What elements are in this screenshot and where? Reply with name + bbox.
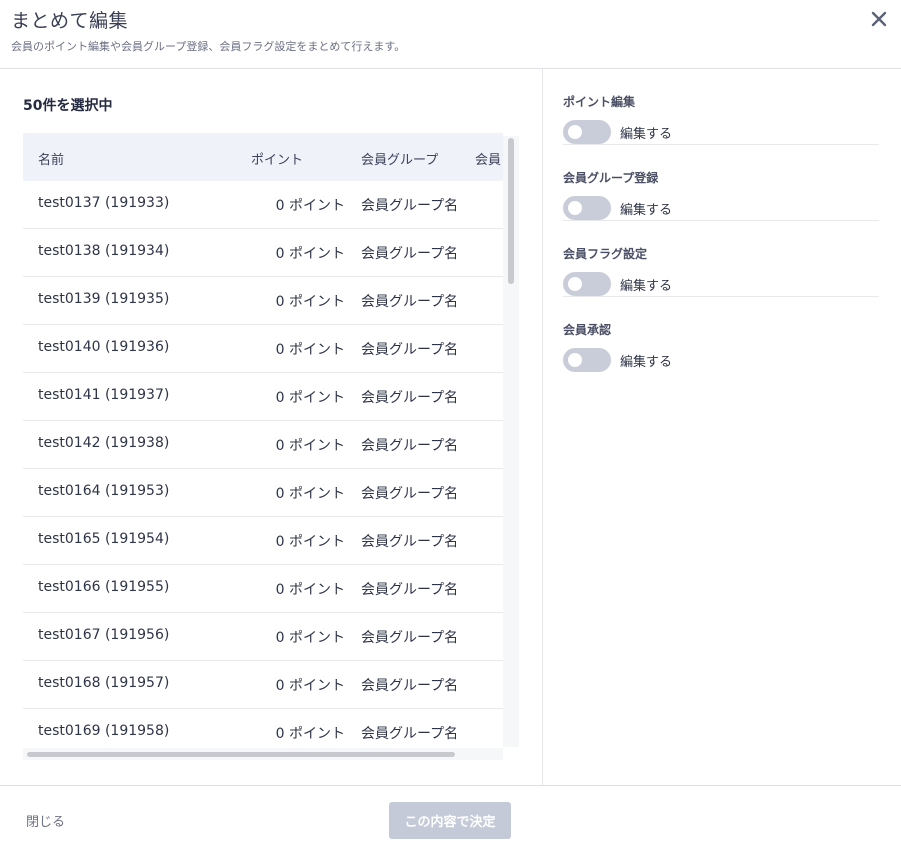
table-row: test0142 (191938) 0 ポイント 会員グループ名	[23, 421, 503, 469]
member-point: 0 ポイント	[275, 486, 345, 502]
close-link[interactable]: 閉じる	[26, 811, 65, 830]
member-name: test0167 (191956)	[38, 627, 170, 643]
member-name: test0165 (191954)	[38, 531, 170, 547]
member-name: test0169 (191958)	[38, 723, 170, 739]
member-name: test0166 (191955)	[38, 579, 170, 595]
setting-label: 会員承認	[563, 323, 612, 337]
column-header-point: ポイント	[251, 153, 304, 168]
member-group: 会員グループ名	[361, 726, 459, 742]
vertical-scrollbar[interactable]	[503, 136, 519, 747]
setting-approval: 会員承認 編集する	[563, 297, 879, 373]
toggle-label: 編集する	[620, 127, 673, 142]
member-point: 0 ポイント	[275, 342, 345, 358]
table-row: test0167 (191956) 0 ポイント 会員グループ名	[23, 613, 503, 661]
member-point: 0 ポイント	[275, 438, 345, 454]
member-group: 会員グループ名	[361, 630, 459, 646]
selection-panel: 50件を選択中 名前 ポイント 会員グループ 会員フ test0137 (191…	[0, 69, 543, 785]
member-point: 0 ポイント	[275, 246, 345, 262]
toggle-label: 編集する	[620, 355, 673, 370]
member-name: test0164 (191953)	[38, 483, 170, 499]
toggle-knob	[568, 201, 582, 215]
member-point: 0 ポイント	[275, 198, 345, 214]
approval-toggle[interactable]	[563, 348, 611, 372]
member-name: test0139 (191935)	[38, 291, 170, 307]
setting-point-edit: ポイント編集 編集する	[563, 69, 879, 145]
member-name: test0138 (191934)	[38, 243, 170, 259]
member-group: 会員グループ名	[361, 390, 459, 406]
modal-title: まとめて編集	[11, 10, 129, 32]
column-header-name: 名前	[38, 153, 65, 168]
toggle-knob	[568, 353, 582, 367]
close-button[interactable]	[866, 6, 892, 32]
member-group: 会員グループ名	[361, 198, 459, 214]
member-point: 0 ポイント	[275, 678, 345, 694]
member-group: 会員グループ名	[361, 486, 459, 502]
table-header: 名前 ポイント 会員グループ 会員フ	[23, 133, 503, 181]
modal-footer: 閉じる この内容で決定	[0, 785, 901, 843]
confirm-button[interactable]: この内容で決定	[389, 802, 511, 839]
setting-label: ポイント編集	[563, 95, 636, 109]
setting-flag: 会員フラグ設定 編集する	[563, 221, 879, 297]
toggle-knob	[568, 277, 582, 291]
point-edit-toggle[interactable]	[563, 120, 611, 144]
member-name: test0137 (191933)	[38, 195, 170, 211]
table-row: test0137 (191933) 0 ポイント 会員グループ名	[23, 181, 503, 229]
table-row: test0138 (191934) 0 ポイント 会員グループ名	[23, 229, 503, 277]
table-row: test0140 (191936) 0 ポイント 会員グループ名	[23, 325, 503, 373]
member-group: 会員グループ名	[361, 246, 459, 262]
member-name: test0142 (191938)	[38, 435, 170, 451]
horizontal-scroll-thumb[interactable]	[27, 752, 455, 757]
member-name: test0141 (191937)	[38, 387, 170, 403]
modal-subtitle: 会員のポイント編集や会員グループ登録、会員フラグ設定をまとめて行えます。	[11, 40, 406, 53]
member-point: 0 ポイント	[275, 534, 345, 550]
setting-label: 会員フラグ設定	[563, 247, 648, 261]
table-row: test0164 (191953) 0 ポイント 会員グループ名	[23, 469, 503, 517]
group-register-toggle[interactable]	[563, 196, 611, 220]
settings-panel: ポイント編集 編集する 会員グループ登録 編集する 会員フラグ設定 編集する 会…	[544, 69, 901, 785]
setting-group-register: 会員グループ登録 編集する	[563, 145, 879, 221]
member-name: test0168 (191957)	[38, 675, 170, 691]
member-group: 会員グループ名	[361, 294, 459, 310]
table-row: test0165 (191954) 0 ポイント 会員グループ名	[23, 517, 503, 565]
selected-count: 50件を選択中	[23, 98, 113, 114]
close-icon	[871, 11, 887, 27]
table-row: test0141 (191937) 0 ポイント 会員グループ名	[23, 373, 503, 421]
table-row: test0166 (191955) 0 ポイント 会員グループ名	[23, 565, 503, 613]
member-point: 0 ポイント	[275, 390, 345, 406]
horizontal-scrollbar[interactable]	[23, 748, 503, 760]
toggle-label: 編集する	[620, 279, 673, 294]
member-point: 0 ポイント	[275, 582, 345, 598]
table-body: test0137 (191933) 0 ポイント 会員グループ名 test0138 (…	[23, 181, 503, 748]
column-header-group: 会員グループ	[361, 153, 439, 168]
member-name: test0140 (191936)	[38, 339, 170, 355]
toggle-knob	[568, 125, 582, 139]
table-row: test0169 (191958) 0 ポイント 会員グループ名	[23, 709, 503, 748]
table-row: test0168 (191957) 0 ポイント 会員グループ名	[23, 661, 503, 709]
member-point: 0 ポイント	[275, 630, 345, 646]
member-group: 会員グループ名	[361, 438, 459, 454]
table-row: test0139 (191935) 0 ポイント 会員グループ名	[23, 277, 503, 325]
member-point: 0 ポイント	[275, 294, 345, 310]
vertical-scroll-thumb[interactable]	[508, 138, 514, 284]
member-group: 会員グループ名	[361, 582, 459, 598]
member-group: 会員グループ名	[361, 534, 459, 550]
modal-header: まとめて編集 会員のポイント編集や会員グループ登録、会員フラグ設定をまとめて行え…	[0, 0, 901, 69]
member-group: 会員グループ名	[361, 342, 459, 358]
toggle-label: 編集する	[620, 203, 673, 218]
member-point: 0 ポイント	[275, 726, 345, 742]
column-header-flag: 会員フ	[475, 153, 503, 168]
flag-toggle[interactable]	[563, 272, 611, 296]
members-table: 名前 ポイント 会員グループ 会員フ test0137 (191933) 0 ポイ…	[23, 133, 503, 748]
setting-label: 会員グループ登録	[563, 171, 659, 185]
member-group: 会員グループ名	[361, 678, 459, 694]
